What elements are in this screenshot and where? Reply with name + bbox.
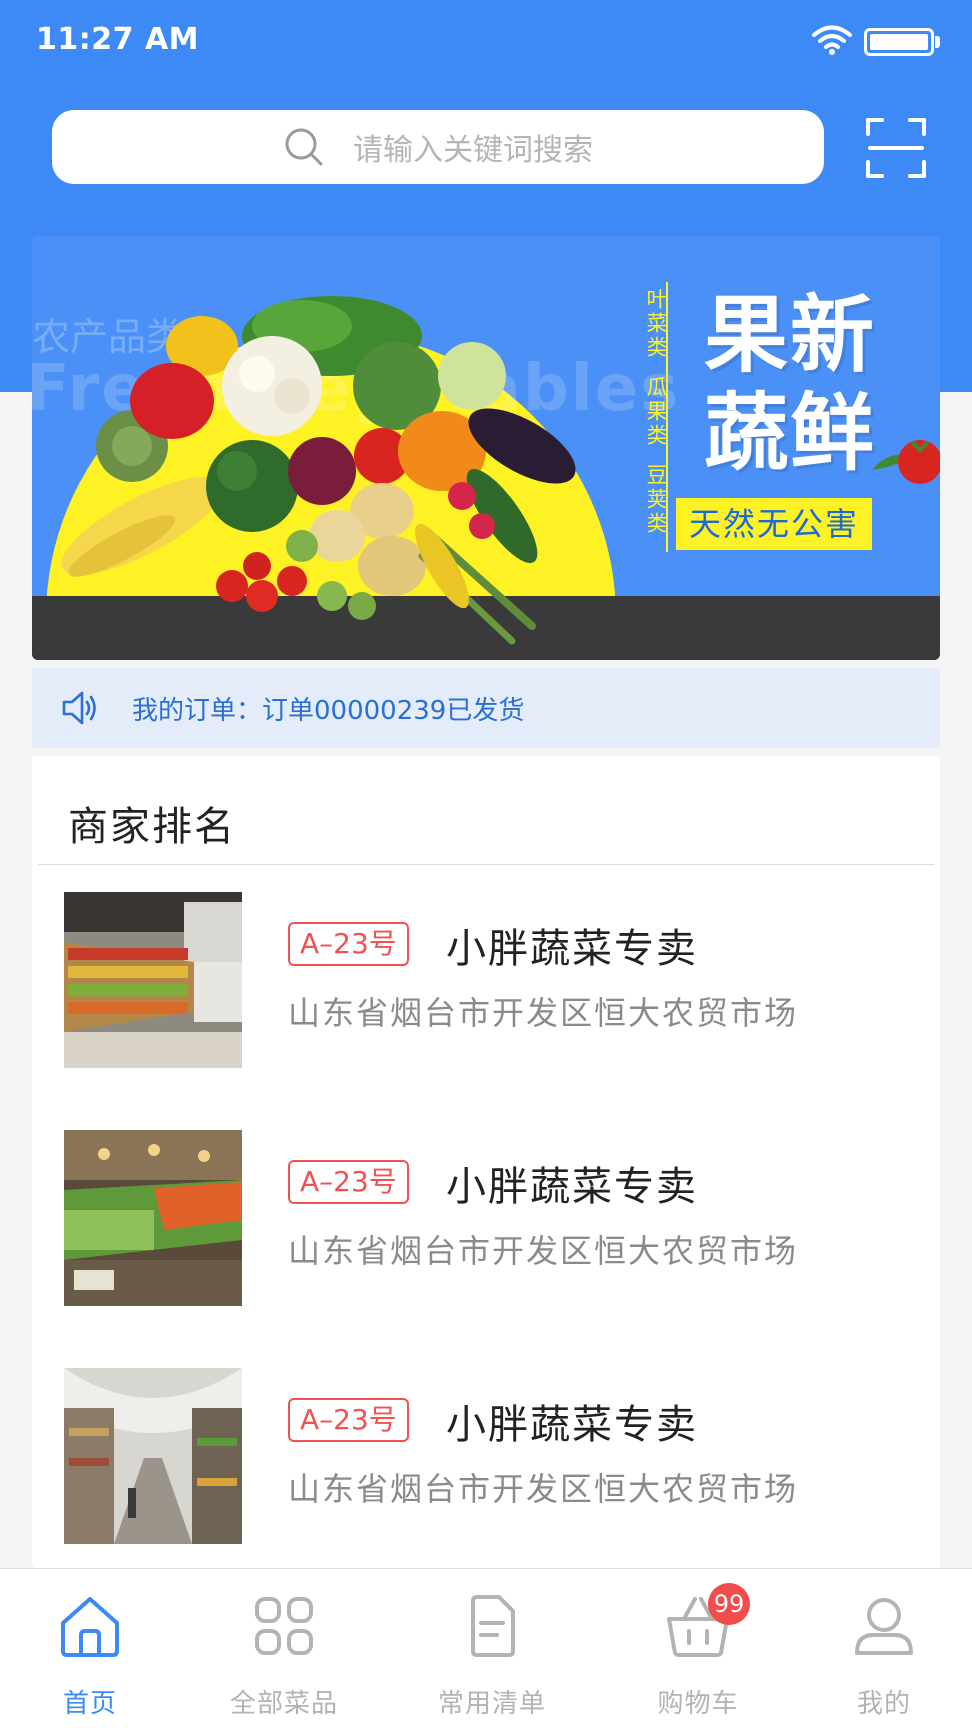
status-time: 11:27 AM xyxy=(36,22,200,57)
shop-address: 山东省烟台市开发区恒大农贸市场 xyxy=(288,994,799,1032)
tab-profile[interactable]: 我的 xyxy=(804,1593,964,1723)
home-icon xyxy=(61,1597,119,1657)
cart-count-badge: 99 xyxy=(708,1583,750,1625)
shop-address: 山东省烟台市开发区恒大农贸市场 xyxy=(288,1470,799,1508)
bottom-tab-bar: 首页 全部菜品 常用清单 99 购物车 我的 xyxy=(0,1568,972,1728)
tab-shopping-list[interactable]: 常用清单 xyxy=(412,1593,572,1723)
tab-label: 常用清单 xyxy=(437,1689,546,1719)
banner-title-line: 果新 xyxy=(703,286,876,384)
stall-number-badge: A–23号 xyxy=(288,1398,409,1442)
user-icon xyxy=(855,1598,913,1655)
shop-item[interactable]: A–23号 小胖蔬菜专卖 山东省烟台市开发区恒大农贸市场 xyxy=(32,1368,940,1548)
shop-name: 小胖蔬菜专卖 xyxy=(446,1402,698,1448)
tab-label: 全部菜品 xyxy=(229,1689,338,1719)
stall-number-badge: A–23号 xyxy=(288,1160,409,1204)
shop-thumbnail xyxy=(64,1130,242,1306)
tab-label: 我的 xyxy=(856,1689,911,1719)
stall-number-badge: A–23号 xyxy=(288,922,409,966)
tab-label: 首页 xyxy=(62,1689,117,1719)
search-icon xyxy=(285,128,323,166)
status-bar: 11:27 AM xyxy=(0,0,972,80)
notice-text: 我的订单：订单00000239已发货 xyxy=(132,695,525,726)
tab-cart[interactable]: 99 购物车 xyxy=(618,1583,778,1723)
speaker-icon xyxy=(62,691,96,725)
shop-item[interactable]: A–23号 小胖蔬菜专卖 山东省烟台市开发区恒大农贸市场 xyxy=(32,892,940,1072)
banner-title-line: 蔬鲜 xyxy=(703,384,876,482)
shop-name: 小胖蔬菜专卖 xyxy=(446,926,698,972)
search-placeholder: 请输入关键词搜索 xyxy=(353,133,593,168)
scan-icon[interactable] xyxy=(864,116,928,180)
tomato-illustration xyxy=(872,440,940,484)
tab-label: 购物车 xyxy=(657,1689,739,1719)
shop-name: 小胖蔬菜专卖 xyxy=(446,1164,698,1210)
shop-item[interactable]: A–23号 小胖蔬菜专卖 山东省烟台市开发区恒大农贸市场 xyxy=(32,1130,940,1310)
document-icon xyxy=(471,1595,515,1657)
section-title: 商家排名 xyxy=(68,804,236,850)
battery-tip xyxy=(935,36,940,48)
banner-title: 果新 蔬鲜 xyxy=(680,286,900,482)
banner-tag: 天然无公害 xyxy=(676,498,872,550)
divider xyxy=(38,864,934,865)
banner-category: 叶菜类 xyxy=(644,288,668,360)
shop-thumbnail xyxy=(64,892,242,1068)
tab-home[interactable]: 首页 xyxy=(10,1593,170,1723)
vegetables-illustration xyxy=(61,296,576,645)
tab-all-dishes[interactable]: 全部菜品 xyxy=(204,1593,364,1723)
shop-address: 山东省烟台市开发区恒大农贸市场 xyxy=(288,1232,799,1270)
grid-icon xyxy=(255,1597,313,1655)
wifi-icon xyxy=(812,25,852,55)
shop-thumbnail xyxy=(64,1368,242,1544)
order-notice[interactable]: 我的订单：订单00000239已发货 xyxy=(32,668,940,748)
search-input[interactable]: 请输入关键词搜索 xyxy=(52,110,824,184)
promo-banner[interactable]: 农产品类 Fresh Vegetables xyxy=(32,236,940,660)
banner-category: 瓜果类 xyxy=(644,376,668,448)
merchant-ranking-card: 商家排名 A–23号 小胖蔬菜专卖 山东省烟台市开发区恒大农贸市场 A–23号 … xyxy=(32,756,940,1568)
banner-category: 豆荚类 xyxy=(644,464,668,536)
battery-icon xyxy=(864,28,934,56)
